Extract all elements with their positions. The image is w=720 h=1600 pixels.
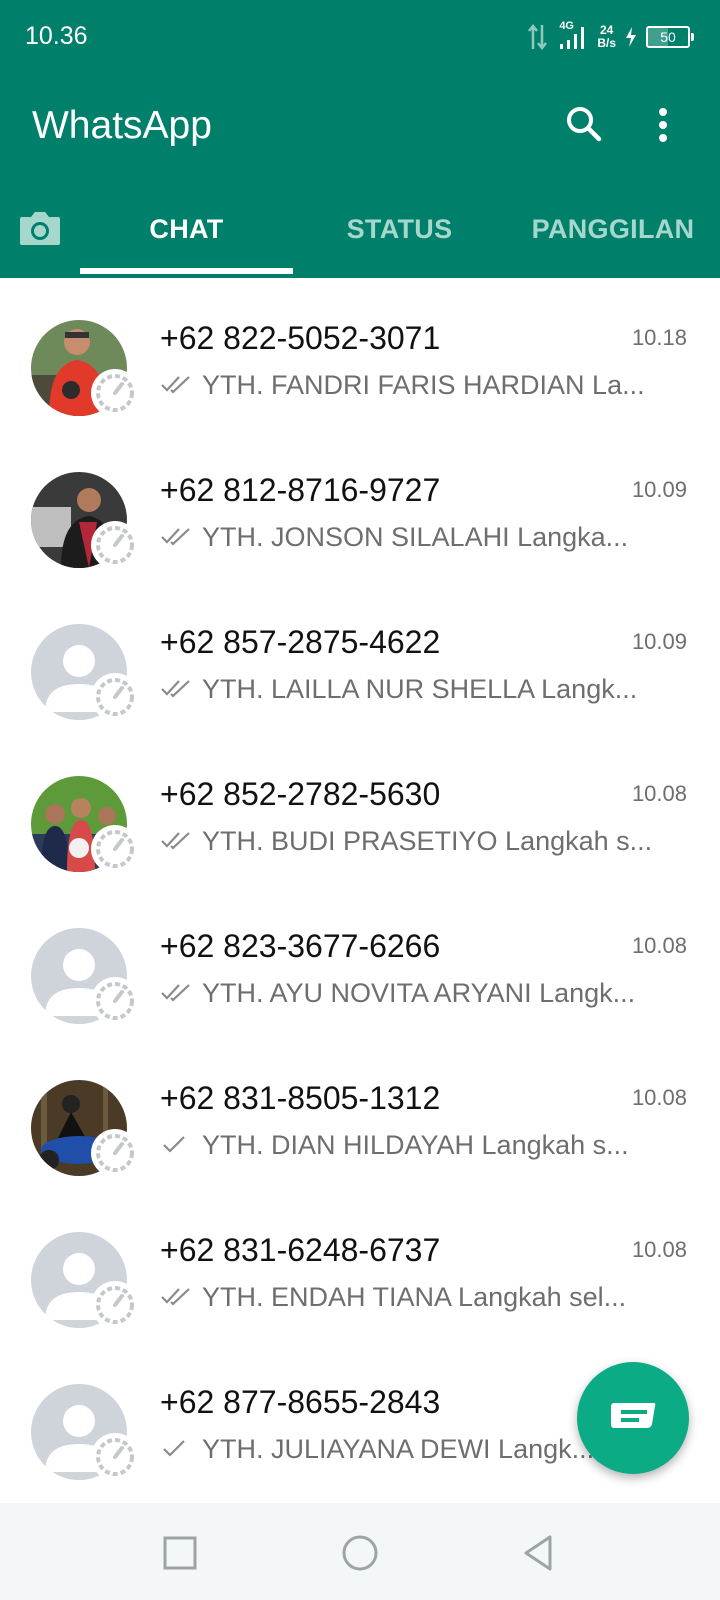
tab-bar: CHAT STATUS PANGGILAN [0, 200, 720, 278]
recents-button[interactable] [160, 1533, 200, 1573]
chat-time: 10.08 [631, 1237, 687, 1262]
chat-name: +62 831-6248-6737 [160, 1232, 441, 1268]
double-check-icon [160, 1282, 192, 1313]
chat-row[interactable]: +62 822-5052-3071 10.18 YTH. FANDRI FARI… [0, 278, 720, 430]
system-nav-bar [0, 1503, 720, 1600]
tab-chat[interactable]: CHAT [80, 214, 293, 245]
chat-preview-text: YTH. FANDRI FARIS HARDIAN La... [202, 370, 645, 400]
chat-row[interactable]: +62 831-6248-6737 10.08 YTH. ENDAH TIANA… [0, 1190, 720, 1342]
chat-preview-text: YTH. JULIAYANA DEWI Langk... [202, 1434, 595, 1464]
tab-camera[interactable] [18, 209, 62, 249]
status-bar: 10.36 4G 24 B/s 50 [0, 0, 720, 74]
app-header: 10.36 4G 24 B/s 50 WhatsApp CHAT STATUS … [0, 0, 720, 278]
status-ring-icon [91, 1129, 139, 1177]
chat-preview-text: YTH. AYU NOVITA ARYANI Langk... [202, 978, 636, 1008]
tab-indicator [80, 268, 293, 274]
circle-icon [342, 1535, 378, 1571]
net-speed: 24 B/s [597, 24, 616, 50]
status-ring-icon [91, 1281, 139, 1329]
chat-name: +62 877-8655-2843 [160, 1384, 441, 1420]
double-check-icon [160, 370, 192, 401]
tab-status[interactable]: STATUS [293, 214, 506, 245]
chat-preview: YTH. LAILLA NUR SHELLA Langk... [160, 674, 665, 705]
chat-preview: YTH. DIAN HILDAYAH Langkah s... [160, 1130, 665, 1161]
chat-row[interactable]: +62 823-3677-6266 10.08 YTH. AYU NOVITA … [0, 886, 720, 1038]
chat-row[interactable]: +62 812-8716-9727 10.09 YTH. JONSON SILA… [0, 430, 720, 582]
status-ring-icon [91, 673, 139, 721]
square-icon [163, 1536, 197, 1570]
double-check-icon [160, 522, 192, 553]
search-icon [567, 107, 602, 142]
camera-icon [20, 212, 60, 245]
signal-icon: 4G [557, 20, 589, 52]
chat-time: 10.09 [631, 477, 687, 502]
chat-preview: YTH. BUDI PRASETIYO Langkah s... [160, 826, 665, 857]
status-ring-icon [91, 1433, 139, 1481]
chat-time: 10.08 [631, 781, 687, 806]
status-ring-icon [91, 825, 139, 873]
chat-name: +62 831-8505-1312 [160, 1080, 441, 1116]
new-chat-button[interactable] [577, 1362, 689, 1474]
battery-icon: 50 [646, 26, 694, 48]
chat-preview: YTH. ENDAH TIANA Langkah sel... [160, 1282, 665, 1313]
home-button[interactable] [340, 1533, 380, 1573]
net-speed-unit: B/s [597, 36, 616, 50]
chat-time: 10.09 [631, 629, 687, 654]
chat-preview-text: YTH. JONSON SILALAHI Langka... [202, 522, 629, 552]
chat-preview: YTH. FANDRI FARIS HARDIAN La... [160, 370, 665, 401]
back-button[interactable] [520, 1533, 560, 1573]
double-check-icon [160, 826, 192, 857]
chat-name: +62 852-2782-5630 [160, 776, 441, 812]
chat-row[interactable]: +62 857-2875-4622 10.09 YTH. LAILLA NUR … [0, 582, 720, 734]
status-ring-icon [91, 521, 139, 569]
chat-time: 10.08 [631, 1085, 687, 1110]
status-ring-icon [91, 977, 139, 1025]
search-button[interactable] [563, 103, 607, 147]
battery-level: 50 [660, 29, 676, 45]
status-time: 10.36 [25, 22, 88, 50]
chat-preview: YTH. AYU NOVITA ARYANI Langk... [160, 978, 665, 1009]
chat-preview: YTH. JONSON SILALAHI Langka... [160, 522, 665, 553]
status-icons: 4G 24 B/s 50 [527, 20, 694, 54]
chat-preview-text: YTH. ENDAH TIANA Langkah sel... [202, 1282, 627, 1312]
data-transfer-icon [528, 23, 548, 51]
chat-name: +62 823-3677-6266 [160, 928, 441, 964]
chat-time: 10.08 [631, 933, 687, 958]
triangle-back-icon [524, 1535, 552, 1571]
status-ring-icon [91, 369, 139, 417]
chat-time: 10.18 [631, 325, 687, 350]
double-check-icon [160, 674, 192, 705]
chat-name: +62 857-2875-4622 [160, 624, 441, 660]
charging-icon [626, 27, 636, 47]
new-chat-icon [611, 1403, 656, 1428]
single-check-icon [160, 1434, 192, 1465]
chat-preview-text: YTH. BUDI PRASETIYO Langkah s... [202, 826, 653, 856]
chat-name: +62 812-8716-9727 [160, 472, 441, 508]
chat-row[interactable]: +62 852-2782-5630 10.08 YTH. BUDI PRASET… [0, 734, 720, 886]
more-options-button[interactable] [655, 103, 679, 147]
chat-preview-text: YTH. DIAN HILDAYAH Langkah s... [202, 1130, 629, 1160]
more-vert-icon [659, 108, 667, 142]
chat-name: +62 822-5052-3071 [160, 320, 441, 356]
tab-panggilan[interactable]: PANGGILAN [506, 214, 720, 245]
chat-preview-text: YTH. LAILLA NUR SHELLA Langk... [202, 674, 638, 704]
double-check-icon [160, 978, 192, 1009]
app-title: WhatsApp [32, 104, 212, 147]
chat-row[interactable]: +62 831-8505-1312 10.08 YTH. DIAN HILDAY… [0, 1038, 720, 1190]
single-check-icon [160, 1130, 192, 1161]
